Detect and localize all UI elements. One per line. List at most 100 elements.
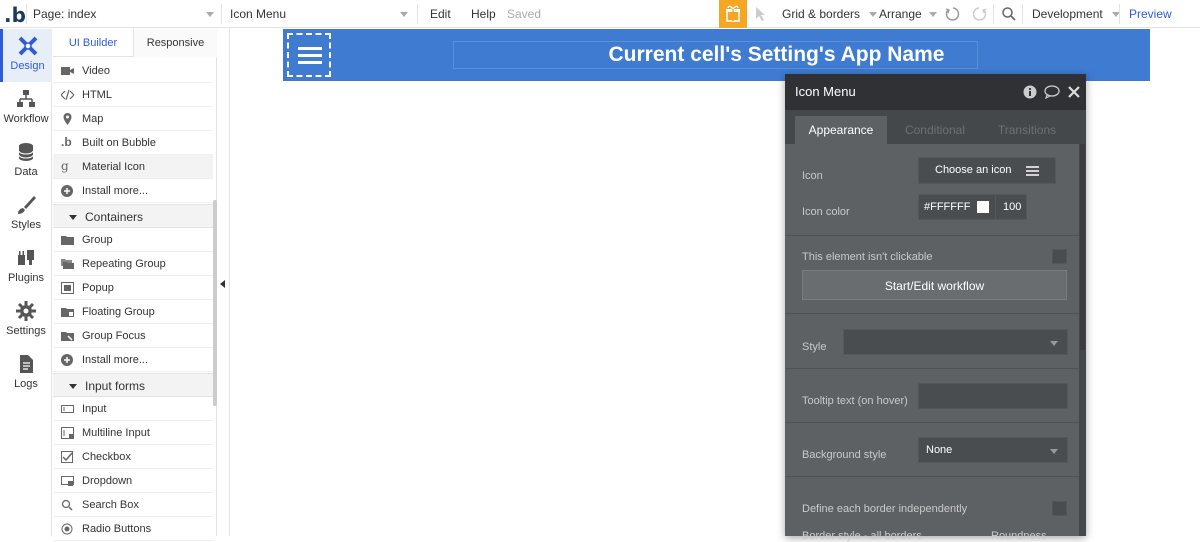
saved-status: Saved	[507, 7, 542, 21]
chevron-down-icon	[869, 12, 878, 18]
nav-settings[interactable]: Settings	[0, 294, 52, 347]
property-scrollbar[interactable]	[1079, 144, 1086, 536]
top-toolbar: .b Page: index Icon Menu Edit Help Saved…	[0, 0, 1200, 28]
property-tabs: Appearance Conditional Transitions	[785, 110, 1086, 144]
palette-item-material-icon[interactable]: g Material Icon	[53, 155, 213, 179]
choose-icon-button[interactable]: Choose an icon	[918, 157, 1056, 184]
nav-styles[interactable]: Styles	[0, 188, 52, 241]
palette-item-dropdown[interactable]: Dropdown	[53, 469, 213, 493]
tab-responsive[interactable]: Responsive	[133, 29, 217, 57]
triangle-down-icon	[69, 215, 77, 220]
grid-borders-menu[interactable]: Grid & borders	[782, 0, 878, 28]
hamburger-icon	[1026, 166, 1039, 176]
palette-item-html[interactable]: HTML	[53, 83, 213, 107]
palette-item-radio-buttons[interactable]: Radio Buttons	[53, 517, 213, 541]
category-input-forms[interactable]: Input forms	[53, 373, 213, 397]
scrollbar-thumb[interactable]	[1080, 144, 1085, 350]
popup-icon	[61, 282, 74, 294]
property-editor-header[interactable]: Icon Menu	[785, 74, 1086, 110]
redo-icon[interactable]	[972, 6, 988, 22]
start-edit-workflow-button[interactable]: Start/Edit workflow	[802, 270, 1067, 300]
bubble-logo[interactable]: .b	[4, 3, 26, 27]
nav-logs[interactable]: Logs	[0, 347, 52, 400]
icon-color-picker[interactable]: #FFFFFF 100	[918, 194, 1027, 220]
comment-icon[interactable]	[1044, 85, 1060, 99]
border-independent-checkbox[interactable]	[1052, 501, 1067, 516]
input-icon	[61, 405, 74, 413]
element-select[interactable]: Icon Menu	[230, 0, 410, 28]
hamburger-icon	[298, 47, 322, 50]
design-icon	[18, 36, 37, 56]
divider	[26, 4, 27, 24]
undo-icon[interactable]	[944, 6, 960, 22]
environment-select[interactable]: Development	[1032, 0, 1121, 28]
checkbox-icon	[61, 451, 73, 463]
palette-item-floating-group[interactable]: Floating Group	[53, 300, 213, 324]
divider	[417, 4, 418, 24]
plus-circle-icon	[61, 185, 73, 197]
background-style-label: Background style	[802, 449, 887, 461]
folder-icon	[61, 236, 74, 245]
video-icon	[61, 67, 74, 75]
icon-color-label: Icon color	[802, 206, 850, 218]
document-icon	[20, 355, 33, 373]
tooltip-label: Tooltip text (on hover)	[802, 395, 908, 407]
chevron-down-icon	[1050, 449, 1058, 454]
roundness-label: Roundness	[991, 530, 1047, 542]
gift-button[interactable]	[719, 0, 747, 28]
nav-plugins[interactable]: Plugins	[0, 241, 52, 294]
palette-item-group[interactable]: Group	[53, 228, 213, 252]
nav-design[interactable]: Design	[0, 29, 52, 82]
material-g-icon: g	[61, 159, 69, 173]
page-select[interactable]: Page: index	[33, 0, 218, 28]
tooltip-input[interactable]	[918, 383, 1068, 409]
help-menu[interactable]: Help	[471, 0, 496, 28]
arrange-menu[interactable]: Arrange	[879, 0, 938, 28]
tab-ui-builder[interactable]: UI Builder	[53, 29, 133, 57]
preview-link[interactable]: Preview	[1129, 0, 1172, 28]
palette-item-search-box[interactable]: Search Box	[53, 493, 213, 517]
nav-workflow[interactable]: Workflow	[0, 82, 52, 135]
palette-item-built-on-bubble[interactable]: .b Built on Bubble	[53, 131, 213, 155]
nav-data[interactable]: Data	[0, 135, 52, 188]
palette-item-install-more[interactable]: Install more...	[53, 179, 213, 203]
palette-item-repeating-group[interactable]: Repeating Group	[53, 252, 213, 276]
search-icon[interactable]	[1001, 6, 1017, 22]
tab-conditional[interactable]: Conditional	[889, 116, 981, 144]
background-style-select[interactable]: None	[918, 437, 1068, 463]
style-select[interactable]	[843, 329, 1068, 355]
collapse-panel-icon[interactable]	[220, 280, 225, 288]
palette-item-map[interactable]: Map	[53, 107, 213, 131]
dropdown-icon	[61, 476, 74, 486]
divider	[1119, 4, 1120, 24]
property-editor-title: Icon Menu	[795, 84, 856, 99]
color-swatch[interactable]	[977, 201, 989, 213]
icon-label: Icon	[802, 170, 823, 182]
palette-item-checkbox[interactable]: Checkbox	[53, 445, 213, 469]
close-icon[interactable]	[1068, 86, 1080, 98]
icon-menu-element[interactable]	[287, 33, 331, 77]
tab-transitions[interactable]: Transitions	[981, 116, 1073, 144]
code-icon	[61, 89, 74, 101]
palette-item-multiline-input[interactable]: Multiline Input	[53, 421, 213, 445]
palette-item-popup[interactable]: Popup	[53, 276, 213, 300]
element-select-label: Icon Menu	[230, 7, 287, 21]
triangle-down-icon	[69, 384, 77, 389]
palette-item-video[interactable]: Video	[53, 59, 213, 83]
edit-menu[interactable]: Edit	[430, 0, 451, 28]
tab-appearance[interactable]: Appearance	[795, 116, 887, 144]
brush-icon	[18, 196, 36, 214]
style-label: Style	[802, 341, 827, 353]
cursor-icon[interactable]	[754, 6, 768, 22]
not-clickable-checkbox[interactable]	[1052, 249, 1067, 264]
info-icon[interactable]	[1023, 85, 1037, 99]
canvas-border	[229, 29, 230, 536]
palette-scrollbar[interactable]	[213, 200, 217, 406]
palette-item-input[interactable]: Input	[53, 397, 213, 421]
palette-tabs: UI Builder Responsive	[53, 29, 217, 57]
opacity-value[interactable]: 100	[1003, 195, 1021, 219]
palette-item-group-focus[interactable]: Group Focus	[53, 324, 213, 348]
multiline-input-icon	[61, 427, 74, 439]
palette-item-install-more[interactable]: Install more...	[53, 348, 213, 372]
category-containers[interactable]: Containers	[53, 204, 213, 228]
